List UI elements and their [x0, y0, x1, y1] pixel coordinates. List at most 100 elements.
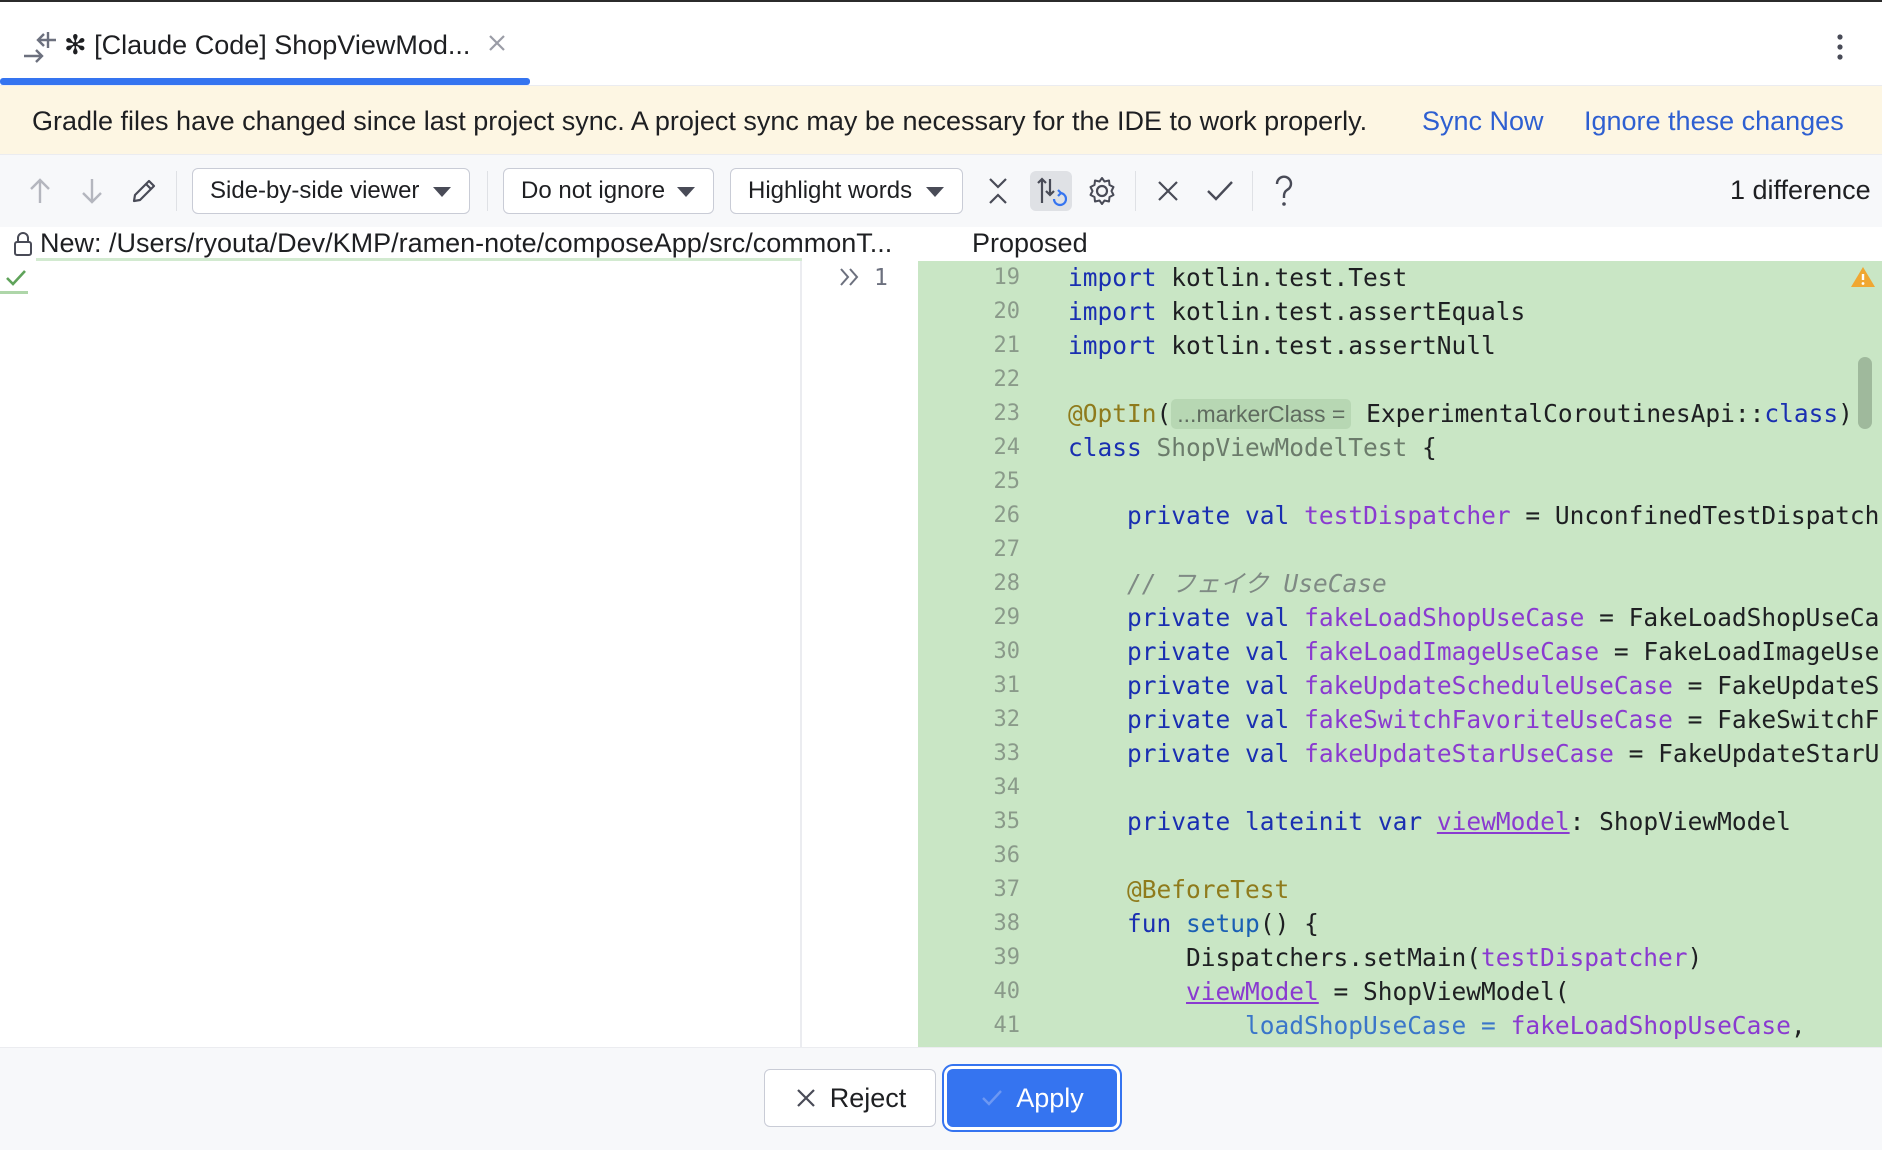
line-number: 41: [993, 1013, 1021, 1038]
line-number: 34: [993, 775, 1021, 800]
code-line: 33 private val fakeUpdateStarUseCase = F…: [918, 737, 1882, 771]
highlight-mode-label: Highlight words: [748, 177, 913, 204]
code-line: 37 @BeforeTest: [918, 873, 1882, 907]
difference-count: 1 difference: [1730, 175, 1871, 205]
code-text: // フェイク UseCase: [1127, 569, 1387, 598]
banner-message: Gradle files have changed since last pro…: [32, 106, 1368, 136]
code-text: loadShopUseCase = fakeLoadShopUseCase,: [1245, 1011, 1806, 1040]
arrow-up-icon[interactable]: [22, 173, 58, 209]
toolbar-separator: [1252, 171, 1253, 211]
line-number: 31: [993, 673, 1021, 698]
ignore-changes-link[interactable]: Ignore these changes: [1584, 106, 1844, 137]
close-icon[interactable]: [1150, 173, 1186, 209]
code-text: private val fakeLoadShopUseCase = FakeLo…: [1127, 603, 1880, 632]
arrow-down-icon[interactable]: [74, 173, 110, 209]
change-marker: [0, 291, 28, 294]
code-text: private val fakeUpdateScheduleUseCase = …: [1127, 671, 1880, 700]
apply-label: Apply: [1016, 1082, 1084, 1113]
code-line: 27: [918, 533, 1882, 567]
chevron-down-icon: [677, 187, 695, 197]
line-number: 21: [993, 333, 1021, 358]
settings-icon[interactable]: [1084, 173, 1120, 209]
line-number: 26: [993, 503, 1021, 528]
diff-editors: 1 19 import kotlin.test.Test 20 import kotl…: [0, 261, 1882, 1047]
lock-icon: [12, 231, 34, 257]
reject-button[interactable]: Reject: [764, 1069, 936, 1127]
code-text: import kotlin.test.assertNull: [1068, 331, 1496, 360]
line-number: 33: [993, 741, 1021, 766]
code-text: @BeforeTest: [1127, 875, 1290, 904]
code-text: class ShopViewModelTest {: [1068, 433, 1437, 462]
left-file-path: New: /Users/ryouta/Dev/KMP/ramen-note/co…: [40, 228, 893, 258]
code-text: private lateinit var viewModel: ShopView…: [1127, 807, 1791, 836]
viewer-mode-dropdown[interactable]: Side-by-side viewer: [192, 168, 470, 214]
code-line: 23 @OptIn(...markerClass = ExperimentalCo…: [918, 397, 1882, 431]
close-icon[interactable]: [486, 32, 508, 54]
line-number: 25: [993, 469, 1021, 494]
help-icon[interactable]: [1266, 173, 1302, 209]
diff-action-bar: Reject Apply: [0, 1047, 1882, 1150]
code-text: private val testDispatcher = UnconfinedT…: [1127, 501, 1880, 530]
line-number: 28: [993, 571, 1021, 596]
code-text: private val fakeUpdateStarUseCase = Fake…: [1127, 739, 1880, 768]
line-number: 29: [993, 605, 1021, 630]
code-line: 29 private val fakeLoadShopUseCase = Fak…: [918, 601, 1882, 635]
line-number: 40: [993, 979, 1021, 1004]
chevron-down-icon: [926, 187, 944, 197]
right-editor-proposed[interactable]: 19 import kotlin.test.Test 20 import kotlin…: [918, 261, 1882, 1047]
toolbar-separator: [487, 171, 488, 211]
code-text: fun setup() {: [1127, 909, 1319, 938]
code-line: 38 fun setup() {: [918, 907, 1882, 941]
check-icon: [982, 1090, 1003, 1106]
line-number: 22: [993, 367, 1021, 392]
code-text: @OptIn(...markerClass = ExperimentalCoro…: [1068, 399, 1853, 429]
more-vertical-icon[interactable]: [1830, 30, 1850, 64]
collapse-icon[interactable]: [980, 173, 1016, 209]
tab-claude-code-diff[interactable]: ✻ [Claude Code] ShopViewMod...: [0, 2, 530, 86]
highlight-mode-dropdown[interactable]: Highlight words: [730, 168, 963, 214]
chevron-down-icon: [433, 187, 451, 197]
code-line: 28 // フェイク UseCase: [918, 567, 1882, 601]
toolbar-separator: [1135, 171, 1136, 211]
line-number: 32: [993, 707, 1021, 732]
code-line: 24 class ShopViewModelTest {: [918, 431, 1882, 465]
close-icon: [796, 1089, 815, 1107]
line-number: 39: [993, 945, 1021, 970]
sync-now-link[interactable]: Sync Now: [1422, 106, 1544, 137]
ignore-policy-dropdown[interactable]: Do not ignore: [503, 168, 714, 214]
diff-toolbar: Side-by-side viewer Do not ignore Highli…: [0, 155, 1882, 227]
diff-gutter: [802, 261, 926, 1047]
viewer-mode-label: Side-by-side viewer: [210, 177, 420, 204]
line-number: 24: [993, 435, 1021, 460]
code-text: import kotlin.test.assertEquals: [1068, 297, 1526, 326]
tab-title: ✻ [Claude Code] ShopViewMod...: [64, 30, 471, 60]
check-icon[interactable]: [1202, 173, 1238, 209]
warning-icon[interactable]: [1850, 265, 1876, 289]
left-editor[interactable]: [0, 261, 800, 1047]
double-chevron-right-icon[interactable]: [838, 265, 862, 289]
line-number: 36: [993, 843, 1021, 868]
ignore-policy-label: Do not ignore: [521, 177, 666, 204]
apply-button[interactable]: Apply: [947, 1069, 1117, 1127]
code-line: 34: [918, 771, 1882, 805]
sync-scroll-icon[interactable]: [1030, 171, 1072, 211]
gradle-sync-banner: Gradle files have changed since last pro…: [0, 86, 1882, 155]
diff-icon: [20, 28, 60, 64]
code-line: 25: [918, 465, 1882, 499]
code-text: import kotlin.test.Test: [1068, 263, 1408, 292]
code-block: 19 import kotlin.test.Test 20 import kotlin…: [918, 261, 1882, 1043]
code-line: 19 import kotlin.test.Test: [918, 261, 1882, 295]
edit-icon[interactable]: [126, 173, 162, 209]
reject-label: Reject: [829, 1082, 907, 1113]
line-number: 35: [993, 809, 1021, 834]
code-text: private val fakeLoadImageUseCase = FakeL…: [1127, 637, 1880, 666]
right-editor-title: Proposed: [972, 228, 1088, 258]
code-line: 32 private val fakeSwitchFavoriteUseCase…: [918, 703, 1882, 737]
line-number: 37: [993, 877, 1021, 902]
line-number: 27: [993, 537, 1021, 562]
code-text: private val fakeSwitchFavoriteUseCase = …: [1127, 705, 1880, 734]
vertical-scrollbar[interactable]: [1858, 357, 1872, 429]
code-line: 31 private val fakeUpdateScheduleUseCase…: [918, 669, 1882, 703]
left-line-number: 1: [874, 265, 888, 291]
line-number: 30: [993, 639, 1021, 664]
